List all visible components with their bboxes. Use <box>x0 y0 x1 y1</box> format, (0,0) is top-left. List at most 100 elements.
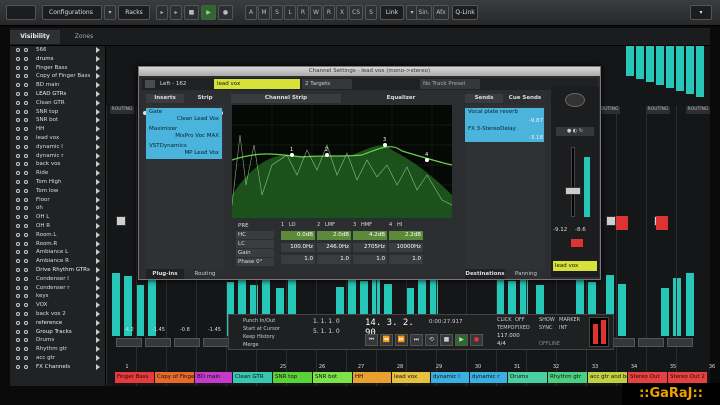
visibility-toggle-icon[interactable] <box>16 338 20 343</box>
track-arrow-icon[interactable] <box>96 222 100 229</box>
track-row[interactable]: Copy of Finger Bass <box>10 72 105 81</box>
tempo-label[interactable]: TEMPO <box>497 325 515 332</box>
zone-toggle-icon[interactable] <box>24 364 28 369</box>
zone-toggle-icon[interactable] <box>24 162 28 167</box>
visibility-toggle-icon[interactable] <box>16 48 20 52</box>
toggle-x[interactable]: X <box>336 5 348 20</box>
band-type[interactable]: LMF <box>325 222 343 230</box>
visibility-toggle-icon[interactable] <box>16 100 20 105</box>
visibility-toggle-icon[interactable] <box>16 285 20 290</box>
visibility-toggle-icon[interactable] <box>16 118 20 123</box>
zone-toggle-icon[interactable] <box>24 197 28 202</box>
track-arrow-icon[interactable] <box>96 170 100 177</box>
routing-label[interactable]: ROUTING <box>686 106 710 114</box>
track-row[interactable]: OH L <box>10 213 105 222</box>
track-arrow-icon[interactable] <box>96 108 100 115</box>
channel-volume-value[interactable]: -1.45 <box>152 326 178 334</box>
track-arrow-icon[interactable] <box>96 152 100 159</box>
zone-toggle-icon[interactable] <box>24 232 28 237</box>
record-button[interactable] <box>616 216 628 230</box>
track-arrow-icon[interactable] <box>96 73 100 80</box>
eq-option[interactable]: HC <box>236 231 274 239</box>
cue-sends-header[interactable]: Cue Sends <box>505 94 545 103</box>
click-label[interactable]: CLICK <box>497 317 515 324</box>
track-arrow-icon[interactable] <box>96 231 100 238</box>
play-icon[interactable]: ▶ <box>455 334 468 346</box>
channel-name-field[interactable]: lead vox <box>214 79 300 89</box>
visibility-toggle-icon[interactable] <box>16 197 20 202</box>
track-row[interactable]: BD main <box>10 81 105 90</box>
toggle-w[interactable]: W <box>310 5 322 20</box>
track-row[interactable]: lead vox <box>10 134 105 143</box>
channel-name-tag[interactable]: lead vox <box>392 372 430 383</box>
fader-cap[interactable] <box>116 216 126 226</box>
visibility-toggle-icon[interactable] <box>16 74 20 79</box>
track-arrow-icon[interactable] <box>96 187 100 194</box>
visibility-toggle-icon[interactable] <box>16 250 20 255</box>
tab-visibility[interactable]: Visibility <box>10 30 60 44</box>
tab-panning[interactable]: Panning <box>507 269 545 279</box>
forward-icon[interactable]: ⏩ <box>395 334 408 346</box>
cycle-icon[interactable]: ⟲ <box>425 334 438 346</box>
zone-toggle-icon[interactable] <box>24 179 28 184</box>
zone-toggle-icon[interactable] <box>24 294 28 299</box>
track-arrow-icon[interactable] <box>96 90 100 97</box>
band-gain[interactable]: 2.2dB <box>389 231 423 240</box>
visibility-toggle-icon[interactable] <box>16 259 20 264</box>
zone-toggle-icon[interactable] <box>24 65 28 70</box>
rewind-icon[interactable]: ⏪ <box>380 334 393 346</box>
track-arrow-icon[interactable] <box>96 328 100 335</box>
zone-toggle-icon[interactable] <box>24 303 28 308</box>
zone-toggle-icon[interactable] <box>24 118 28 123</box>
track-arrow-icon[interactable] <box>96 55 100 62</box>
track-arrow-icon[interactable] <box>96 284 100 291</box>
track-row[interactable]: 566 <box>10 46 105 55</box>
zone-toggle-icon[interactable] <box>24 153 28 158</box>
record-button[interactable] <box>656 216 668 230</box>
zone-toggle-icon[interactable] <box>24 48 28 52</box>
visibility-toggle-icon[interactable] <box>16 162 20 167</box>
zone-toggle-icon[interactable] <box>24 347 28 352</box>
tab-zones[interactable]: Zones <box>62 30 106 44</box>
equalizer-header[interactable]: Equalizer <box>343 94 459 103</box>
configurations-button[interactable]: Configurations <box>42 5 102 20</box>
strip-header[interactable]: Strip <box>186 94 224 103</box>
track-row[interactable]: Finger Bass <box>10 64 105 73</box>
track-row[interactable]: OH R <box>10 222 105 231</box>
eq-curve-display[interactable]: 1 2 3 4 <box>232 105 452 218</box>
track-arrow-icon[interactable] <box>96 196 100 203</box>
zone-toggle-icon[interactable] <box>24 188 28 193</box>
visibility-toggle-icon[interactable] <box>16 364 20 369</box>
channel-mute-solo-button[interactable] <box>174 338 200 347</box>
band-type[interactable]: HMF <box>361 222 379 230</box>
track-arrow-icon[interactable] <box>96 134 100 141</box>
toggle-l[interactable]: L <box>284 5 296 20</box>
zone-toggle-icon[interactable] <box>24 311 28 316</box>
visibility-toggle-icon[interactable] <box>16 135 20 140</box>
track-row[interactable]: Ride <box>10 169 105 178</box>
track-arrow-icon[interactable] <box>96 354 100 361</box>
punch-option[interactable]: Punch In/Out <box>235 317 305 325</box>
track-row[interactable]: Ambiance R <box>10 257 105 266</box>
channel-mute-solo-button[interactable] <box>638 338 664 347</box>
visibility-toggle-icon[interactable] <box>16 144 20 149</box>
band-type[interactable]: HI <box>397 222 415 230</box>
zone-toggle-icon[interactable] <box>24 259 28 264</box>
channel-volume-value[interactable]: -4.2 <box>124 326 150 334</box>
left-locator[interactable]: 1. 1. 1. 0 <box>313 318 353 327</box>
track-row[interactable]: reference <box>10 319 105 328</box>
insert-slot[interactable]: Gate Clean Lead Vox <box>146 108 222 125</box>
track-arrow-icon[interactable] <box>96 337 100 344</box>
track-row[interactable]: Ambiance L <box>10 248 105 257</box>
channel-name-tag[interactable]: dynamic r <box>470 372 507 383</box>
zone-toggle-icon[interactable] <box>24 241 28 246</box>
track-arrow-icon[interactable] <box>96 178 100 185</box>
visibility-toggle-icon[interactable] <box>16 56 20 61</box>
signature-value[interactable]: 4/4 <box>497 341 517 348</box>
channel-mute-solo-button[interactable] <box>667 338 693 347</box>
track-row[interactable]: Drive Rhythm GTRs <box>10 266 105 275</box>
visibility-toggle-icon[interactable] <box>16 303 20 308</box>
band-q[interactable]: 1.0 <box>281 255 315 264</box>
zone-toggle-icon[interactable] <box>24 250 28 255</box>
marker-label[interactable]: MARKER <box>559 317 585 324</box>
